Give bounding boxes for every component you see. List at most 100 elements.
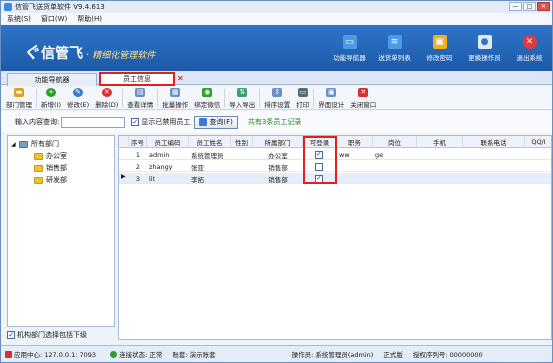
- column-header[interactable]: 岗位: [373, 136, 417, 148]
- maximize-button[interactable]: □: [523, 2, 536, 11]
- status-edition-text: 正式版: [383, 351, 403, 359]
- sort-icon: ↕: [272, 87, 283, 97]
- add-icon: +: [46, 87, 56, 97]
- nav-delivery-list[interactable]: ≡ 送货单列表: [372, 27, 417, 69]
- tab-function-navigator[interactable]: 功能导航器: [7, 73, 97, 86]
- column-header[interactable]: QQ/I: [525, 136, 551, 148]
- tab-employee-info[interactable]: 员工信息: [99, 72, 175, 86]
- brand-logo: ぐ 信管飞 · 精细化管理软件: [23, 39, 155, 63]
- column-header[interactable]: 性别: [231, 136, 253, 148]
- toolbar-divider: [259, 89, 261, 107]
- close-button[interactable]: ✕: [537, 2, 550, 11]
- lock-icon: ▣: [432, 35, 447, 49]
- toolbar-label: 部门管理: [6, 100, 32, 109]
- status-operator-text: 操作员: 系统管理员(admin): [291, 351, 374, 359]
- user-icon: ●: [477, 35, 492, 49]
- column-header[interactable]: 职务: [337, 136, 373, 148]
- status-edition: 正式版: [383, 349, 403, 359]
- cell-name: 李拓: [191, 175, 204, 184]
- folder-icon: [34, 176, 43, 184]
- tree-node-office[interactable]: 办公室: [34, 151, 67, 161]
- tree-node-sales[interactable]: 销售部: [34, 163, 67, 173]
- column-header[interactable]: 员工姓名: [189, 136, 231, 148]
- nav-function-navigator[interactable]: ▭ 功能导航器: [327, 27, 372, 69]
- collapse-icon[interactable]: ◢: [11, 141, 17, 148]
- toolbar-label: 新增(I): [41, 100, 61, 109]
- status-connection-text: 连接状态: 正常: [119, 351, 163, 359]
- nav-switch-operator[interactable]: ● 更换操作员: [462, 27, 507, 69]
- toolbar: ▬ 部门管理 + 新增(I) ✎ 修改(E) ✕ 删除(D) ▤ 查看详情 ▦ …: [1, 86, 552, 110]
- view-details-button[interactable]: ▤ 查看详情: [124, 86, 156, 110]
- toolbar-divider: [122, 89, 124, 107]
- nav-change-password[interactable]: ▣ 修改密码: [417, 27, 462, 69]
- toolbar-label: 查看详情: [127, 100, 154, 109]
- cell-code: lit: [149, 174, 156, 183]
- search-input[interactable]: [61, 116, 126, 128]
- close-window-button[interactable]: ✕ 关闭窗口: [347, 86, 379, 110]
- tab-close-icon[interactable]: ✕: [177, 74, 184, 83]
- window-title: 信管飞送货单软件 V9.4.613: [15, 3, 105, 11]
- ui-design-button[interactable]: ▣ 界面设计: [315, 86, 347, 110]
- edit-button[interactable]: ✎ 修改(E): [64, 86, 92, 110]
- search-row: 输入内容查询: ✓ 显示已禁用员工 查询(F) 共有3条员工记录: [1, 111, 552, 133]
- show-disabled-checkbox[interactable]: ✓: [131, 118, 140, 126]
- cell-gender: [231, 173, 253, 184]
- status-account-text: 账套: 演示账套: [172, 351, 216, 359]
- toolbar-label: 关闭窗口: [350, 100, 377, 109]
- connection-ok-icon: [110, 350, 118, 358]
- title-bar: 信管飞送货单软件 V9.4.613 — □ ✕: [1, 1, 552, 13]
- print-button[interactable]: ▭ 打印: [293, 86, 312, 110]
- minimize-button[interactable]: —: [509, 2, 522, 11]
- delete-button[interactable]: ✕ 删除(D): [92, 86, 121, 110]
- folder-icon: ▬: [14, 87, 24, 97]
- cell-dept: 销售部: [268, 175, 288, 184]
- include-sub-label: 机构部门选择包括下级: [17, 331, 87, 339]
- search-label: 输入内容查询:: [15, 118, 60, 126]
- department-manage-button[interactable]: ▬ 部门管理: [3, 86, 35, 110]
- nav-label: 功能导航器: [333, 54, 366, 62]
- cell-title: ww: [339, 150, 350, 159]
- column-header[interactable]: 联系电话: [463, 136, 525, 148]
- toolbar-label: 打印: [296, 100, 310, 109]
- app-icon: [4, 3, 12, 11]
- cell-post: ge: [375, 150, 384, 159]
- login-column-highlight: [303, 136, 337, 184]
- column-header[interactable]: 员工编码: [147, 136, 189, 148]
- cell-code: zhangy: [149, 162, 173, 171]
- menu-help[interactable]: 帮助(H): [77, 14, 102, 24]
- batch-operation-button[interactable]: ▦ 批量操作: [159, 86, 191, 110]
- show-disabled-label: 显示已禁用员工: [141, 118, 191, 126]
- bind-wechat-button[interactable]: ◉ 绑定微信: [191, 86, 223, 110]
- status-connection: 连接状态: 正常: [106, 349, 162, 359]
- include-sub-row: ✓ 机构部门选择包括下级: [7, 329, 115, 341]
- tree-node-rnd[interactable]: 研发部: [34, 175, 67, 185]
- cell-gender: [231, 161, 253, 172]
- column-header[interactable]: 手机: [417, 136, 463, 148]
- nav-label: 修改密码: [426, 54, 453, 62]
- column-header[interactable]: 所属部门: [253, 136, 303, 148]
- import-export-button[interactable]: ⇅ 导入导出: [226, 86, 258, 110]
- top-nav: ▭ 功能导航器 ≡ 送货单列表 ▣ 修改密码 ● 更换操作员 ✕ 退出系统: [327, 27, 552, 69]
- sort-settings-button[interactable]: ↕ 排序设置: [261, 86, 293, 110]
- status-serial: 授权序列号: 00000000: [413, 349, 483, 359]
- cell-no: 2: [135, 162, 141, 171]
- banner: ぐ 信管飞 · 精细化管理软件 ▭ 功能导航器 ≡ 送货单列表 ▣ 修改密码 ●…: [1, 25, 552, 71]
- column-header[interactable]: 序号: [129, 136, 147, 148]
- toolbar-label: 界面设计: [318, 100, 345, 109]
- cell-gender: [231, 149, 253, 160]
- tree-node-label: 研发部: [46, 176, 67, 184]
- menu-system[interactable]: 系统(S): [7, 14, 31, 24]
- cell-dept: 办公室: [268, 151, 288, 160]
- current-row-arrow-icon: ▶: [121, 173, 126, 180]
- design-icon: ▣: [326, 87, 337, 97]
- tree-node-root[interactable]: ◢ 所有部门: [11, 139, 59, 149]
- tab-strip: 功能导航器 员工信息 ✕: [1, 71, 552, 86]
- include-sub-checkbox[interactable]: ✓: [7, 331, 15, 339]
- add-button[interactable]: + 新增(I): [38, 86, 64, 110]
- nav-exit-system[interactable]: ✕ 退出系统: [507, 27, 552, 69]
- edit-icon: ✎: [73, 87, 84, 97]
- search-icon: [199, 118, 208, 126]
- status-operator: 操作员: 系统管理员(admin): [292, 349, 374, 359]
- query-button[interactable]: 查询(F): [194, 115, 238, 129]
- menu-window[interactable]: 窗口(W): [41, 14, 67, 24]
